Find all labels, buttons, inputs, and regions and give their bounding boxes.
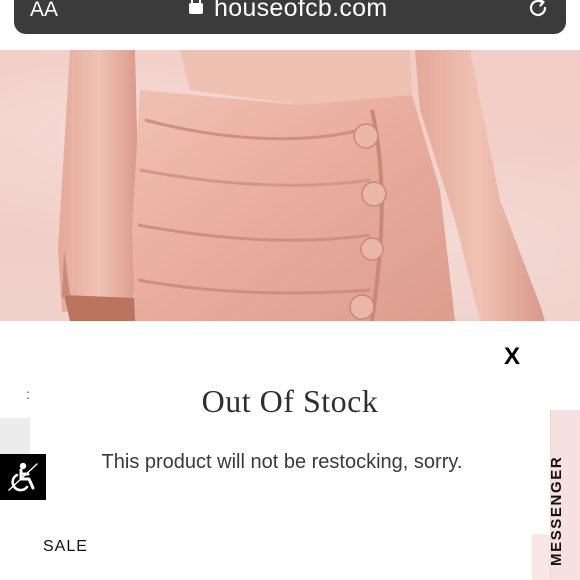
browser-url-bar[interactable]: AA houseofcb.com bbox=[14, 0, 566, 34]
url-domain[interactable]: houseofcb.com bbox=[214, 0, 387, 23]
accessibility-icon bbox=[8, 462, 38, 492]
lock-icon bbox=[189, 0, 203, 14]
page-text-fragment: : bbox=[26, 386, 30, 402]
close-button[interactable]: X bbox=[504, 343, 520, 371]
sale-link[interactable]: SALE bbox=[43, 538, 88, 556]
modal-title: Out Of Stock bbox=[201, 383, 379, 419]
out-of-stock-modal: X Out Of Stock This product will not be … bbox=[30, 321, 550, 580]
text-size-button[interactable]: AA bbox=[30, 0, 58, 22]
messenger-label[interactable]: MESSENGER bbox=[548, 456, 565, 566]
product-image bbox=[0, 50, 580, 321]
product-photo-illustration bbox=[58, 50, 545, 321]
accessibility-button[interactable] bbox=[0, 454, 46, 500]
page-background-fragment bbox=[0, 418, 30, 454]
modal-message: This product will not be restocking, sor… bbox=[101, 451, 463, 473]
reload-icon[interactable] bbox=[526, 0, 550, 20]
